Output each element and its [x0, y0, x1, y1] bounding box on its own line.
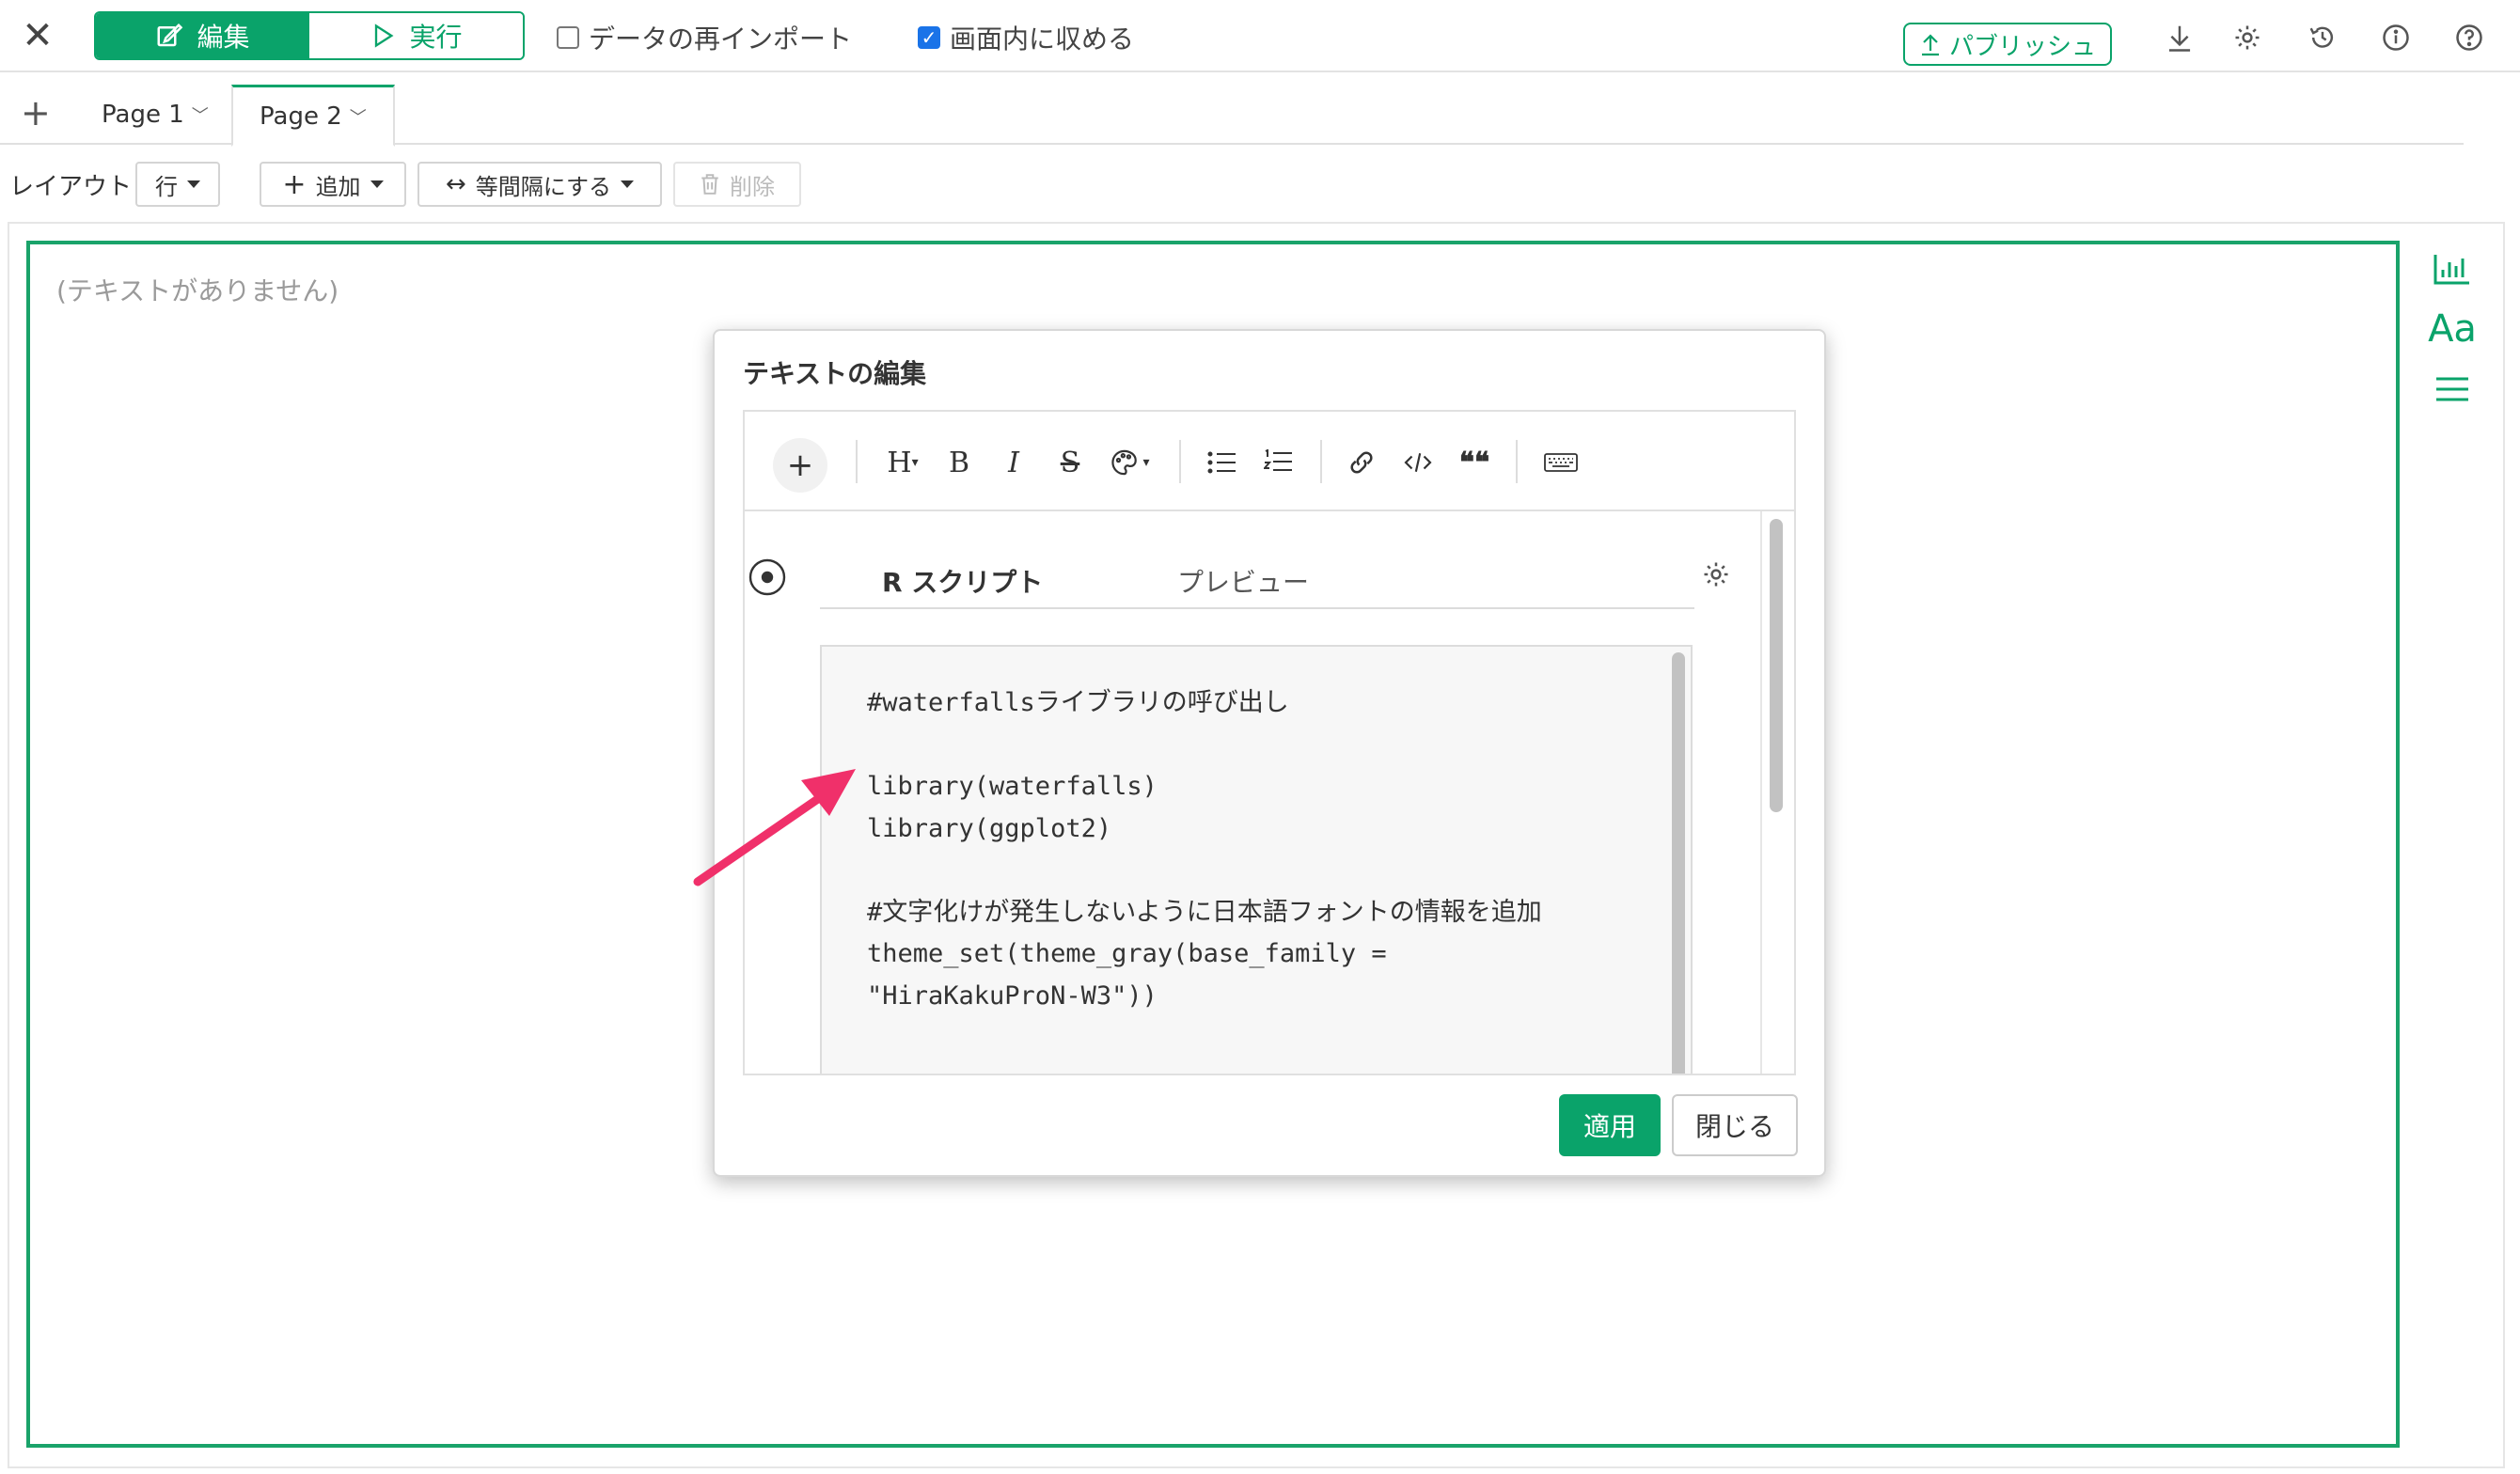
close-icon[interactable]: ✕: [19, 17, 56, 55]
trash-icon: [701, 174, 718, 195]
editor-scrollbar[interactable]: [1770, 519, 1783, 812]
layout-row-label: 行: [155, 173, 178, 200]
caret-down-icon: [621, 180, 635, 188]
side-toolbar: Aa: [2426, 239, 2479, 419]
publish-label: パブリッシュ: [1948, 32, 2096, 61]
top-toolbar: ✕ 編集 実行 データの再インポート ✓ 画面内に収める パブリッシュ: [0, 0, 2520, 72]
code-line: library(waterfalls): [867, 772, 1158, 801]
help-icon[interactable]: [2449, 17, 2490, 58]
tab-page-2-label: Page 2: [260, 102, 342, 131]
quote-icon[interactable]: ❝❝: [1452, 444, 1497, 481]
equal-spacing-label: 等間隔にする: [475, 173, 612, 200]
tab-page-1-label: Page 1: [102, 101, 184, 129]
run-mode-label: 実行: [409, 22, 463, 53]
bold-icon[interactable]: B: [938, 444, 980, 481]
text-style-icon[interactable]: Aa: [2426, 299, 2479, 359]
tab-page-2[interactable]: Page 2 ﹀: [231, 85, 395, 147]
edit-mode-label: 編集: [197, 22, 250, 53]
code-line: theme_set(theme_gray(base_family =: [867, 939, 1387, 968]
tab-page-1[interactable]: Page 1 ﹀: [75, 85, 235, 145]
horizontal-arrows-icon: ↔: [445, 170, 466, 198]
insert-block-button[interactable]: +: [773, 438, 827, 493]
fit-screen-checkbox[interactable]: ✓ 画面内に収める: [918, 19, 1134, 56]
link-icon[interactable]: [1341, 444, 1382, 481]
numbered-list-icon[interactable]: [1258, 444, 1299, 481]
rich-text-editor: + H ▾ B I S ▾ ❝❝ R スクリプト プレビュー #waterfal…: [743, 410, 1796, 1075]
text-placeholder: (テキストがありません): [56, 275, 339, 306]
page-tabs: + Page 1 ﹀ Page 2 ﹀: [0, 85, 2464, 147]
text-edit-dialog: テキストの編集 + H ▾ B I S ▾ ❝❝ R スクリプト プレビュー #…: [713, 329, 1826, 1177]
code-line: "HiraKakuProN-W3")): [867, 980, 1158, 1011]
toolbar-divider: [1516, 440, 1518, 483]
code-line: #文字化けが発生しないように日本語フォントの情報を追加: [867, 897, 1542, 927]
add-dropdown-button[interactable]: + 追加: [260, 162, 406, 207]
r-code-text[interactable]: #waterfallsライブラリの呼び出し library(waterfalls…: [867, 682, 1542, 1017]
reimport-checkbox[interactable]: データの再インポート: [557, 19, 852, 56]
download-icon[interactable]: [2159, 17, 2200, 58]
reimport-checkbox-box[interactable]: [557, 26, 579, 49]
code-line: #waterfallsライブラリの呼び出し: [867, 688, 1289, 717]
editor-body[interactable]: R スクリプト プレビュー #waterfallsライブラリの呼び出し libr…: [745, 511, 1794, 1074]
close-button[interactable]: 閉じる: [1672, 1094, 1798, 1156]
menu-icon[interactable]: [2426, 359, 2479, 419]
caret-down-icon: [187, 180, 200, 188]
upload-icon: [1921, 34, 1939, 56]
block-handle-icon[interactable]: [748, 558, 786, 596]
run-mode-button[interactable]: 実行: [309, 13, 523, 58]
code-icon[interactable]: [1395, 444, 1441, 481]
italic-icon[interactable]: I: [995, 444, 1032, 481]
heading-icon[interactable]: H ▾: [876, 444, 929, 481]
fit-screen-checkbox-box[interactable]: ✓: [918, 26, 940, 49]
color-palette-icon[interactable]: ▾: [1106, 444, 1155, 481]
r-code-editor[interactable]: #waterfallsライブラリの呼び出し library(waterfalls…: [820, 645, 1693, 1074]
edit-icon: [157, 23, 183, 47]
publish-button[interactable]: パブリッシュ: [1903, 23, 2112, 66]
chevron-down-icon[interactable]: ﹀: [350, 104, 367, 129]
history-icon[interactable]: [2302, 17, 2343, 58]
gear-icon[interactable]: [2227, 17, 2268, 58]
add-page-icon[interactable]: +: [21, 94, 51, 132]
add-label: 追加: [315, 173, 361, 200]
apply-button[interactable]: 適用: [1559, 1094, 1661, 1156]
delete-button[interactable]: 削除: [673, 162, 801, 207]
equal-spacing-dropdown[interactable]: ↔ 等間隔にする: [417, 162, 662, 207]
delete-label: 削除: [730, 173, 775, 200]
editor-toolbar: + H ▾ B I S ▾ ❝❝: [745, 412, 1794, 511]
gear-icon[interactable]: [1702, 560, 1734, 592]
info-icon[interactable]: [2375, 17, 2417, 58]
code-scrollbar[interactable]: [1672, 652, 1685, 1074]
annotation-arrow: [693, 769, 856, 886]
toolbar-divider: [1179, 440, 1181, 483]
reimport-label: データの再インポート: [589, 24, 853, 55]
keyboard-icon[interactable]: [1536, 444, 1585, 481]
fit-screen-label: 画面内に収める: [950, 24, 1135, 55]
strikethrough-icon[interactable]: S: [1049, 444, 1091, 481]
mode-toggle: 編集 実行: [94, 11, 525, 60]
tab-preview[interactable]: プレビュー: [1177, 562, 1309, 600]
code-line: library(ggplot2): [867, 813, 1112, 843]
chart-icon[interactable]: [2426, 239, 2479, 299]
dialog-title: テキストの編集: [743, 358, 927, 389]
toolbar-divider: [856, 440, 858, 483]
caret-down-icon: [370, 180, 384, 188]
tab-r-script[interactable]: R スクリプト: [882, 562, 1043, 600]
toolbar-divider: [1320, 440, 1322, 483]
layout-bar: レイアウト 行 + 追加 ↔ 等間隔にする 削除: [0, 158, 2520, 211]
chevron-down-icon[interactable]: ﹀: [192, 102, 209, 127]
layout-label: レイアウト: [9, 173, 133, 201]
layout-row-dropdown[interactable]: 行: [135, 162, 220, 207]
plus-icon: +: [282, 167, 307, 201]
play-icon: [375, 24, 394, 48]
edit-mode-button[interactable]: 編集: [96, 13, 309, 58]
r-block-tabs: R スクリプト プレビュー: [820, 549, 1728, 609]
bullet-list-icon[interactable]: [1202, 444, 1243, 481]
